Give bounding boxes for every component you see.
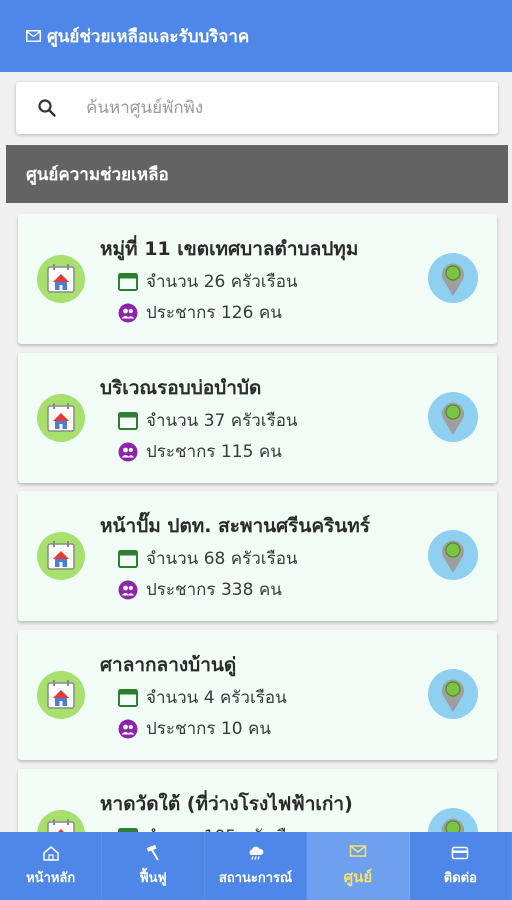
hammer-icon [146,844,159,861]
bottom-nav: หน้าหลัก ฟื้นฟู สถานะการณ์ ศูนย์ ติดต่อ [0,832,512,900]
center-name: หมู่ที่ 11 เขตเทศบาลตำบลปทุม [100,238,359,260]
center-name: บริเวณรอบบ่อบำบัด [100,377,262,399]
center-name: ศาลากลางบ้านดู่ [100,654,237,676]
section-header: ศูนย์ความช่วยเหลือ [6,145,508,203]
population-text: ประชากร 115 คน [146,442,282,462]
calendar-icon [118,411,138,430]
tab-contact[interactable]: ติดต่อ [410,832,512,900]
households-row: จำนวน 37 ครัวเรือน [118,407,298,434]
tab-centers-label: ศูนย์ [343,868,373,886]
tab-home[interactable]: หน้าหลัก [0,832,103,900]
center-name: หาดวัดใต้ (ที่ว่างโรงไฟฟ้าเก่า) [100,793,353,815]
map-pin-icon[interactable] [427,807,479,834]
app-title-text: ศูนย์ช่วยเหลือและรับบริจาค [47,26,250,47]
search-icon[interactable] [16,98,78,118]
center-card[interactable]: บริเวณรอบบ่อบำบัด จำนวน 37 ครัวเรือน ประ… [18,353,497,483]
center-card[interactable]: หน้าปั๊ม ปตท. สะพานศรีนครินทร์ จำนวน 68 … [18,491,497,621]
population-row: ประชากร 10 คน [118,715,271,742]
center-card[interactable]: หมู่ที่ 11 เขตเทศบาลตำบลปทุม จำนวน 26 คร… [18,214,497,344]
mail-icon [349,845,367,857]
center-list[interactable]: หมู่ที่ 11 เขตเทศบาลตำบลปทุม จำนวน 26 คร… [0,204,512,834]
population-text: ประชากร 10 คน [146,719,271,739]
search-bar[interactable] [16,82,498,134]
population-row: ประชากร 338 คน [118,576,282,603]
tab-situation-label: สถานะการณ์ [218,870,293,886]
weather-icon [249,846,263,860]
households-row: จำนวน 68 ครัวเรือน [118,545,298,572]
house-calendar-icon [37,532,85,580]
people-icon [118,719,138,738]
households-text: จำนวน 4 ครัวเรือน [146,688,287,708]
map-pin-icon[interactable] [427,391,479,443]
people-icon [118,580,138,599]
app-title: ศูนย์ช่วยเหลือและรับบริจาค [26,23,249,50]
households-text: จำนวน 68 ครัวเรือน [146,549,298,569]
households-row: จำนวน 26 ครัวเรือน [118,268,298,295]
people-icon [118,303,138,322]
house-calendar-icon [37,394,85,442]
population-row: ประชากร 115 คน [118,438,282,465]
households-row: จำนวน 4 ครัวเรือน [118,684,287,711]
households-text: จำนวน 37 ครัวเรือน [146,411,298,431]
center-card[interactable]: หาดวัดใต้ (ที่ว่างโรงไฟฟ้าเก่า) จำนวน 10… [18,769,497,834]
house-calendar-icon [37,255,85,303]
calendar-icon [118,549,138,568]
calendar-icon [118,688,138,707]
center-card[interactable]: ศาลากลางบ้านดู่ จำนวน 4 ครัวเรือน ประชาก… [18,630,497,760]
card-icon [452,846,469,859]
mail-icon [26,30,41,42]
tab-home-label: หน้าหลัก [26,870,76,886]
center-name: หน้าปั๊ม ปตท. สะพานศรีนครินทร์ [100,515,371,537]
map-pin-icon[interactable] [427,252,479,304]
tab-recovery[interactable]: ฟื้นฟู [102,832,205,900]
people-icon [118,442,138,461]
map-pin-icon[interactable] [427,668,479,720]
tab-situation[interactable]: สถานะการณ์ [205,832,308,900]
search-input[interactable] [78,98,458,118]
population-text: ประชากร 126 คน [146,303,282,323]
app-bar: ศูนย์ช่วยเหลือและรับบริจาค [0,0,512,72]
section-title: ศูนย์ความช่วยเหลือ [26,164,169,185]
households-text: จำนวน 26 ครัวเรือน [146,272,298,292]
tab-centers[interactable]: ศูนย์ [307,832,410,900]
calendar-icon [118,272,138,291]
population-text: ประชากร 338 คน [146,580,282,600]
population-row: ประชากร 126 คน [118,299,282,326]
home-icon [42,845,59,861]
tab-contact-label: ติดต่อ [443,870,477,886]
house-calendar-icon [37,671,85,719]
tab-recovery-label: ฟื้นฟู [139,870,167,886]
house-calendar-icon [37,810,85,834]
map-pin-icon[interactable] [427,529,479,581]
